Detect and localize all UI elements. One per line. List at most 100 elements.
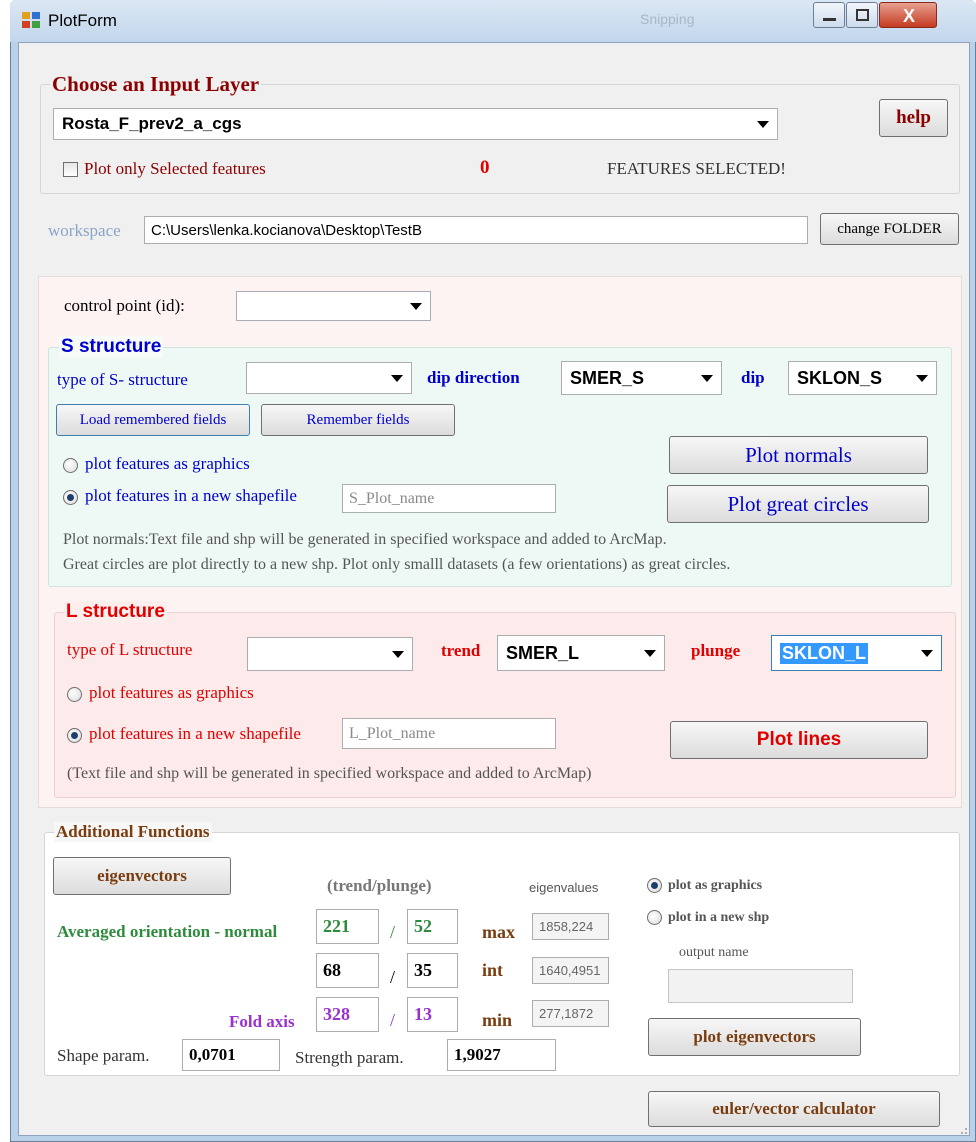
close-button[interactable]: X	[879, 2, 937, 28]
chevron-down-icon	[921, 650, 933, 657]
l-graphics-label[interactable]: plot features as graphics	[89, 683, 254, 703]
max-eigenvalue: 1858,224	[539, 919, 594, 934]
plot-selected-checkbox[interactable]	[63, 162, 78, 177]
int-label: int	[482, 960, 504, 980]
trend-select[interactable]: SMER_L	[497, 635, 665, 671]
control-point-select[interactable]	[236, 291, 431, 321]
s-shapefile-name-input[interactable]: S_Plot_name	[342, 484, 556, 513]
minimize-button[interactable]	[813, 2, 845, 28]
workspace-path-field[interactable]: C:\Users\lenka.kocianova\Desktop\TestB	[144, 216, 808, 244]
euler-vector-calculator-label: euler/vector calculator	[712, 1099, 876, 1118]
int-trend-field[interactable]: 68	[316, 953, 379, 988]
strength-param-field[interactable]: 1,9027	[447, 1039, 556, 1071]
additional-functions-legend: Additional Functions	[54, 822, 212, 842]
s-structure-legend: S structure	[59, 336, 164, 358]
s-note-line1: Plot normals:Text file and shp will be g…	[63, 531, 667, 548]
s-shapefile-placeholder: S_Plot_name	[349, 489, 435, 507]
remember-fields-button[interactable]: Remember fields	[261, 404, 455, 436]
s-type-label: type of S- structure	[57, 370, 188, 389]
background-window-title: Snipping	[640, 11, 695, 27]
max-trend-field[interactable]: 221	[316, 909, 379, 944]
help-button[interactable]: help	[879, 99, 948, 137]
title-bar[interactable]: PlotForm Snipping X	[10, 0, 976, 42]
dip-select[interactable]: SKLON_S	[788, 361, 937, 395]
change-folder-button[interactable]: change FOLDER	[820, 213, 959, 245]
min-plunge-field[interactable]: 13	[407, 997, 458, 1032]
plot-eigenvectors-button[interactable]: plot eigenvectors	[648, 1018, 861, 1056]
load-remembered-fields-button[interactable]: Load remembered fields	[56, 404, 250, 436]
l-note: (Text file and shp will be generated in …	[67, 765, 592, 782]
maximize-button[interactable]	[846, 2, 878, 28]
plunge-value: SKLON_L	[780, 642, 869, 664]
l-type-select[interactable]	[247, 637, 413, 671]
s-graphics-label[interactable]: plot features as graphics	[85, 454, 250, 474]
chevron-down-icon	[701, 375, 713, 382]
int-eigenvalue-field: 1640,4951	[532, 957, 609, 984]
fold-axis-label: Fold axis	[229, 1012, 295, 1031]
s-shapefile-label[interactable]: plot features in a new shapefile	[85, 486, 297, 506]
min-separator: /	[390, 1010, 396, 1030]
l-shapefile-label[interactable]: plot features in a new shapefile	[89, 724, 301, 744]
l-type-label: type of L structure	[67, 640, 193, 659]
trend-value: SMER_L	[506, 642, 580, 663]
max-trend-value: 221	[323, 916, 350, 936]
plot-lines-button[interactable]: Plot lines	[670, 721, 928, 759]
plot-as-graphics-radio[interactable]	[647, 878, 662, 893]
plunge-select[interactable]: SKLON_L	[771, 635, 942, 671]
close-icon: X	[902, 6, 915, 26]
l-structure-legend: L structure	[64, 601, 167, 623]
output-name-label: output name	[679, 945, 749, 960]
plot-normals-label: Plot normals	[745, 442, 852, 467]
plot-as-graphics-label[interactable]: plot as graphics	[668, 878, 762, 894]
averaged-orientation-label: Averaged orientation - normal	[57, 922, 278, 941]
l-graphics-radio[interactable]	[67, 687, 82, 702]
chevron-down-icon	[392, 651, 404, 658]
plot-in-new-shp-label[interactable]: plot in a new shp	[668, 910, 769, 926]
min-label: min	[482, 1010, 513, 1030]
plunge-label: plunge	[691, 641, 741, 660]
app-icon	[22, 12, 40, 28]
s-graphics-radio[interactable]	[63, 458, 78, 473]
chevron-down-icon	[644, 650, 656, 657]
plot-great-circles-label: Plot great circles	[727, 491, 869, 516]
input-layer-select[interactable]: Rosta_F_prev2_a_cgs	[53, 108, 778, 140]
plot-in-new-shp-radio[interactable]	[647, 910, 662, 925]
max-eigenvalue-field: 1858,224	[532, 913, 609, 940]
control-point-label: control point (id):	[64, 296, 185, 315]
s-type-select[interactable]	[246, 362, 412, 394]
maximize-icon	[856, 9, 869, 21]
chevron-down-icon	[410, 303, 422, 310]
s-shapefile-radio[interactable]	[63, 490, 78, 505]
int-eigenvalue: 1640,4951	[539, 963, 601, 978]
dip-direction-value: SMER_S	[570, 367, 645, 388]
l-shapefile-radio[interactable]	[67, 728, 82, 743]
chevron-down-icon	[391, 375, 403, 382]
s-note-line2: Great circles are plot directly to a new…	[63, 556, 731, 573]
change-folder-label: change FOLDER	[837, 220, 942, 237]
output-name-input[interactable]	[668, 969, 853, 1003]
int-plunge-field[interactable]: 35	[407, 953, 458, 988]
selected-count: 0	[480, 157, 490, 178]
workspace-path-value: C:\Users\lenka.kocianova\Desktop\TestB	[151, 221, 422, 239]
eigenvectors-button[interactable]: eigenvectors	[53, 857, 231, 895]
plot-selected-label[interactable]: Plot only Selected features	[84, 159, 266, 179]
dip-direction-select[interactable]: SMER_S	[561, 361, 722, 395]
strength-param-label: Strength param.	[295, 1048, 404, 1067]
chevron-down-icon	[916, 375, 928, 382]
min-trend-field[interactable]: 328	[316, 997, 379, 1032]
dip-direction-label: dip direction	[427, 368, 520, 387]
max-plunge-field[interactable]: 52	[407, 909, 458, 944]
trend-plunge-header: (trend/plunge)	[327, 876, 432, 895]
plot-normals-button[interactable]: Plot normals	[669, 436, 928, 474]
eigenvectors-label: eigenvectors	[97, 866, 187, 885]
l-shapefile-name-input[interactable]: L_Plot_name	[342, 718, 556, 749]
min-trend-value: 328	[323, 1004, 350, 1024]
int-trend-value: 68	[323, 960, 341, 980]
load-remembered-label: Load remembered fields	[79, 411, 227, 428]
euler-vector-calculator-button[interactable]: euler/vector calculator	[648, 1091, 940, 1127]
shape-param-field[interactable]: 0,0701	[182, 1039, 280, 1071]
plot-great-circles-button[interactable]: Plot great circles	[667, 485, 929, 523]
max-plunge-value: 52	[414, 916, 432, 936]
resize-grip-icon[interactable]	[956, 1122, 968, 1134]
remember-fields-label: Remember fields	[306, 411, 410, 428]
